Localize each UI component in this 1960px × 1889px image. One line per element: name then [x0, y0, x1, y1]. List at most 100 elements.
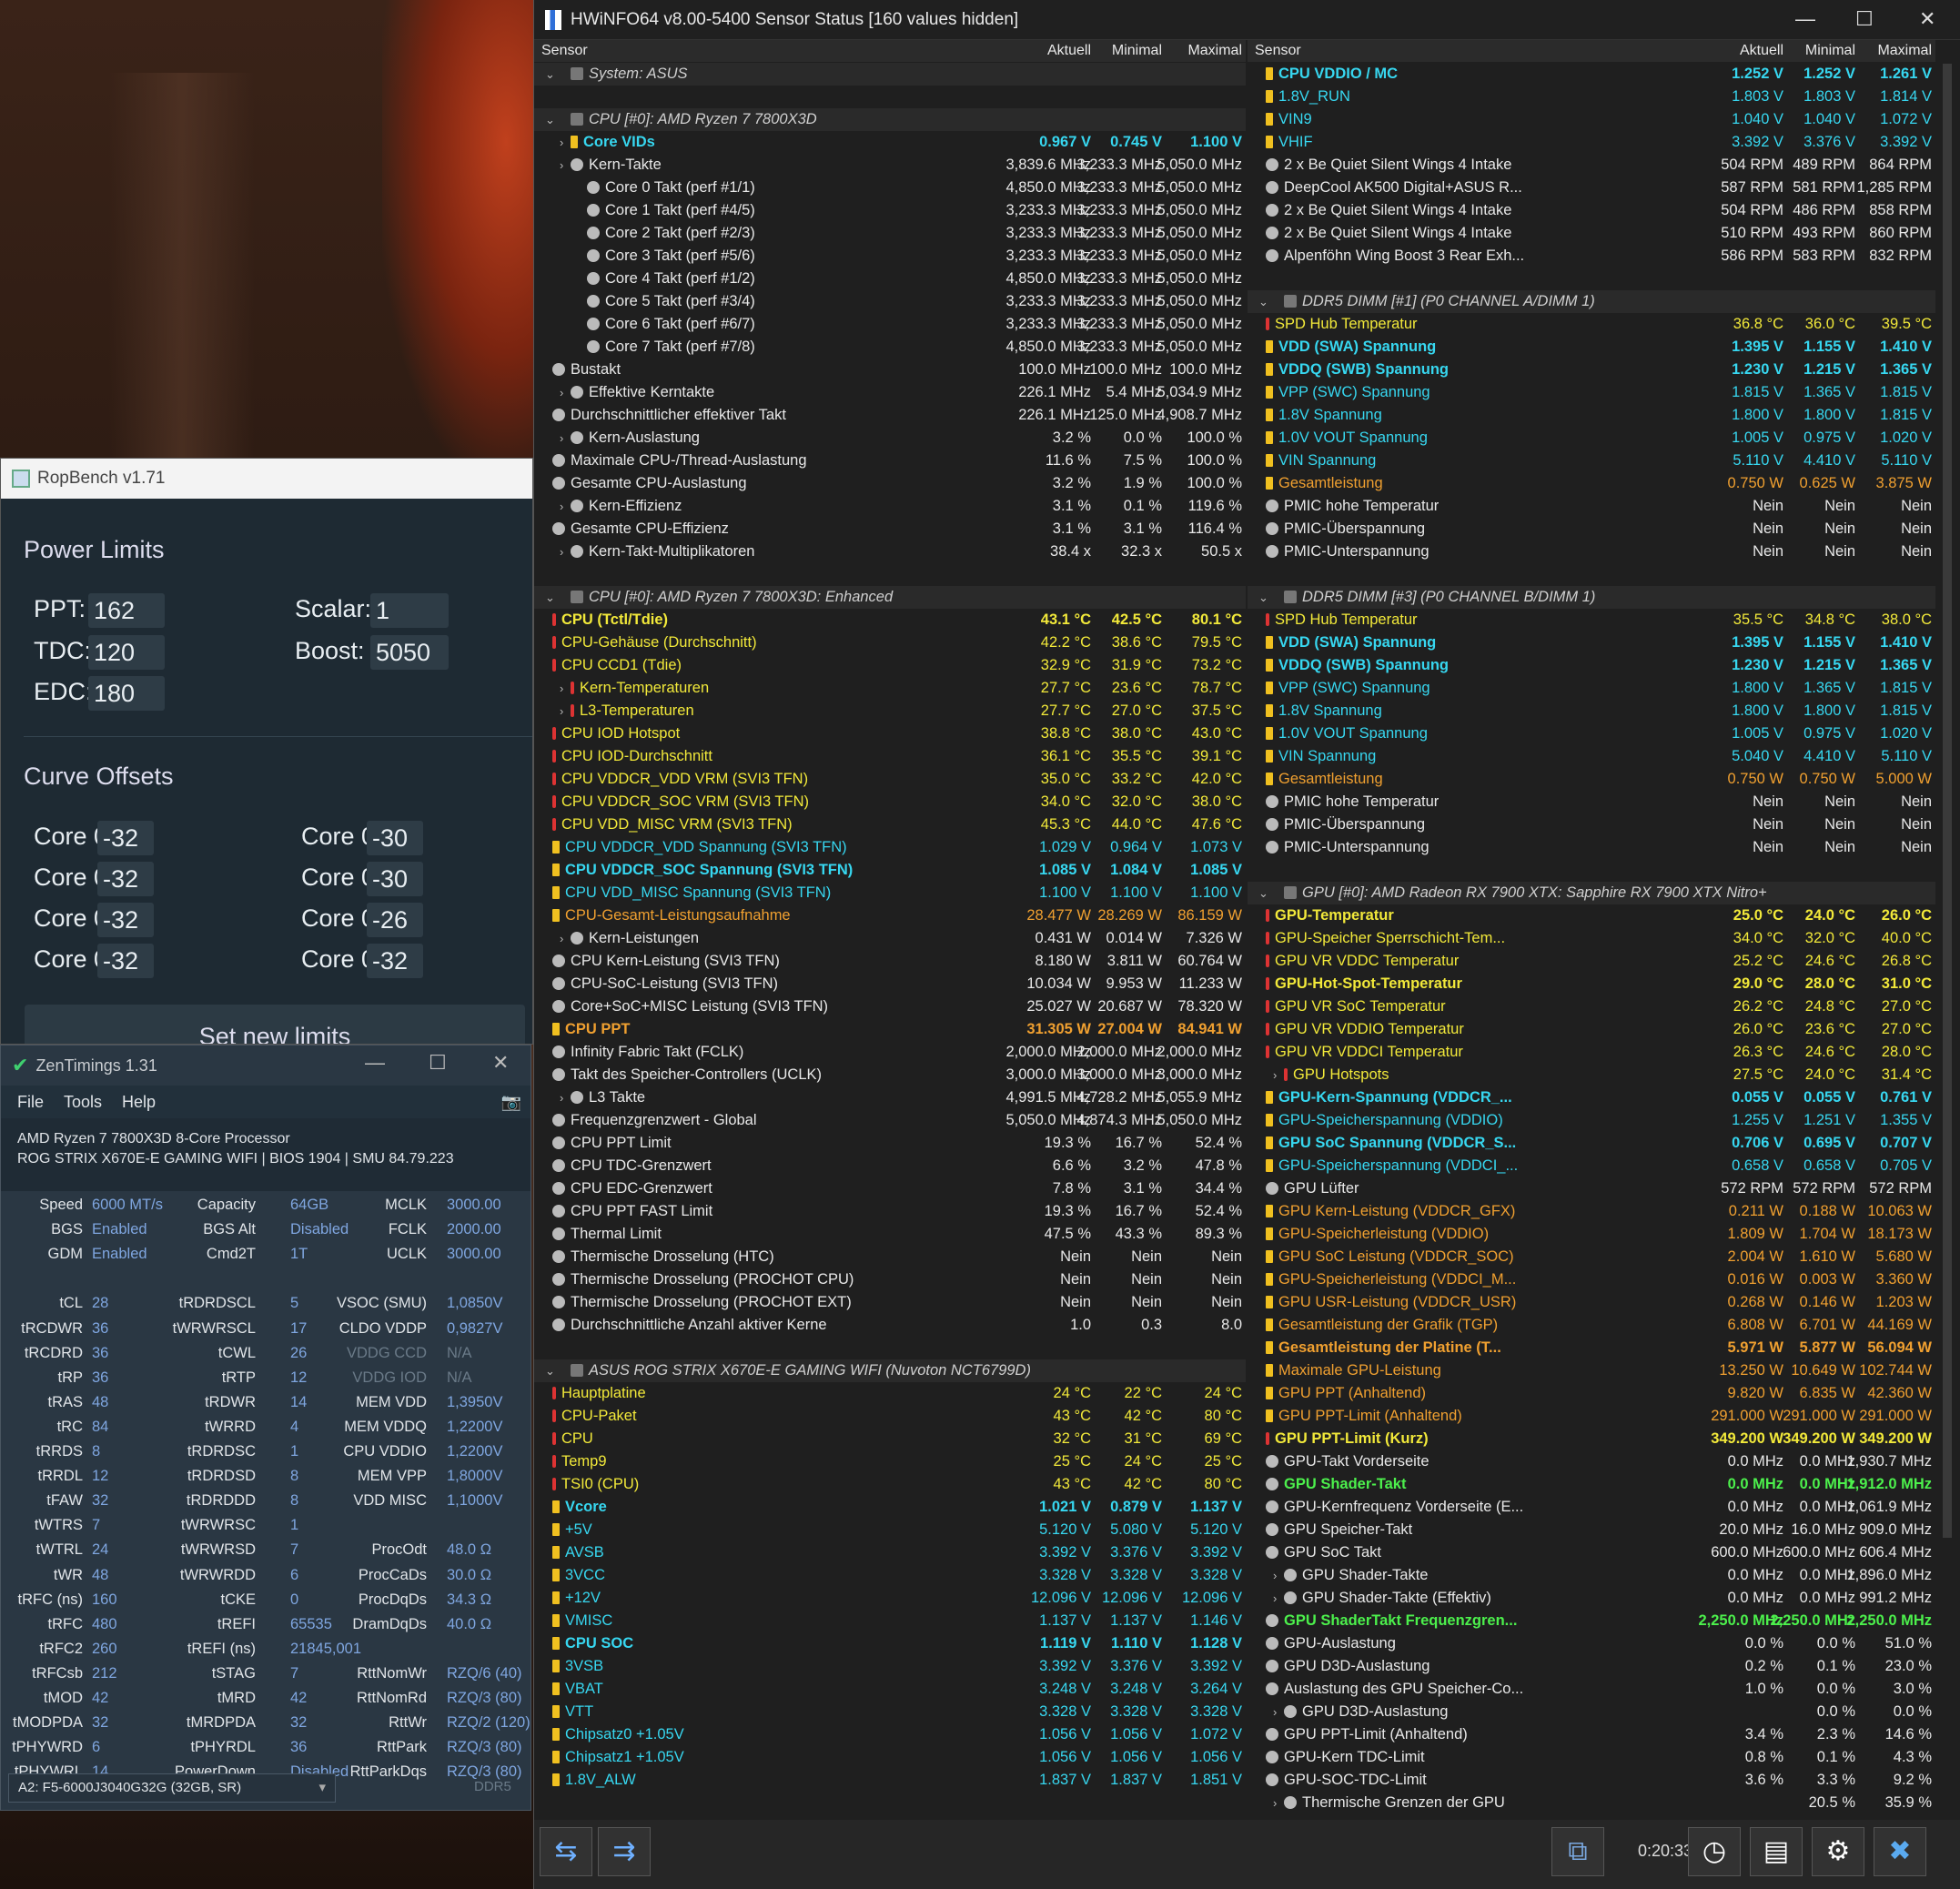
- sensor-row[interactable]: +5V 5.120 V 5.080 V 5.120 V: [534, 1519, 1246, 1541]
- sensor-row[interactable]: 2 x Be Quiet Silent Wings 4 Intake 510 RP…: [1248, 222, 1935, 245]
- sensor-row[interactable]: › GPU Shader-Takte (Effektiv) 0.0 MHz 0.0 M…: [1248, 1587, 1935, 1610]
- sensor-row[interactable]: Thermische Drosselung (PROCHOT EXT) Nein N…: [534, 1291, 1246, 1314]
- chevron-down-icon[interactable]: ⌄: [545, 586, 555, 609]
- sensor-row[interactable]: VIN9 1.040 V 1.040 V 1.072 V: [1248, 108, 1935, 131]
- sensor-row[interactable]: CPU VDDCR_VDD VRM (SVI3 TFN) 35.0 °C 33.2 …: [534, 768, 1246, 791]
- sensor-row[interactable]: Core 5 Takt (perf #3/4) 3,233.3 MHz 3,233.…: [534, 290, 1246, 313]
- chevron-right-icon[interactable]: ›: [560, 927, 563, 950]
- sensor-row[interactable]: GPU VR VDDCI Temperatur 26.3 °C 24.6 °C 28.…: [1248, 1041, 1935, 1064]
- edc-input[interactable]: 180: [88, 676, 165, 711]
- sensor-row[interactable]: GPU-Speicherleistung (VDDCI_M... 0.016 W 0…: [1248, 1268, 1935, 1291]
- sensor-row[interactable]: 2 x Be Quiet Silent Wings 4 Intake 504 RP…: [1248, 154, 1935, 177]
- scalar-input[interactable]: 1: [370, 593, 449, 628]
- menu-tools[interactable]: Tools: [64, 1093, 102, 1112]
- sensor-row[interactable]: 1.0V VOUT Spannung 1.005 V 0.975 V 1.020 V: [1248, 427, 1935, 450]
- sensor-row[interactable]: VMISC 1.137 V 1.137 V 1.146 V: [534, 1610, 1246, 1632]
- sensor-row[interactable]: VDD (SWA) Spannung 1.395 V 1.155 V 1.410 V: [1248, 336, 1935, 359]
- sensor-row[interactable]: › Kern-Effizienz 3.1 % 0.1 % 119.6 %: [534, 495, 1246, 518]
- dimm-select[interactable]: A2: F5-6000J3040G32G (32GB, SR) ▾: [8, 1773, 336, 1803]
- chevron-right-icon[interactable]: ›: [560, 427, 563, 450]
- col-current[interactable]: Aktuell: [1047, 40, 1091, 62]
- chevron-right-icon[interactable]: ›: [1273, 1792, 1277, 1814]
- sensor-row[interactable]: Core 6 Takt (perf #6/7) 3,233.3 MHz 3,233.…: [534, 313, 1246, 336]
- sensor-group-header[interactable]: ⌄ ASUS ROG STRIX X670E-E GAMING WIFI (Nuv…: [534, 1359, 1246, 1382]
- sensor-group-header[interactable]: ⌄ DDR5 DIMM [#1] (P0 CHANNEL A/DIMM 1): [1248, 290, 1935, 313]
- col-min[interactable]: Minimal: [1112, 40, 1162, 62]
- sensor-row[interactable]: Thermal Limit 47.5 % 43.3 % 89.3 %: [534, 1223, 1246, 1246]
- scrollbar[interactable]: [1943, 64, 1952, 1538]
- sensor-row[interactable]: SPD Hub Temperatur 35.5 °C 34.8 °C 38.0 °C: [1248, 609, 1935, 631]
- sensor-row[interactable]: VHIF 3.392 V 3.376 V 3.392 V: [1248, 131, 1935, 154]
- core-offset-input[interactable]: -26: [367, 903, 423, 937]
- sensor-row[interactable]: Chipsatz0 +1.05V 1.056 V 1.056 V 1.072 V: [534, 1723, 1246, 1746]
- chevron-right-icon[interactable]: ›: [1273, 1701, 1277, 1723]
- sensor-row[interactable]: › L3 Takte 4,991.5 MHz 4,728.2 MHz 5,055.9 M…: [534, 1086, 1246, 1109]
- sensor-group-header[interactable]: ⌄ CPU [#0]: AMD Ryzen 7 7800X3D: Enhanced: [534, 586, 1246, 609]
- sensor-row[interactable]: GPU-Temperatur 25.0 °C 24.0 °C 26.0 °C: [1248, 904, 1935, 927]
- sensor-row[interactable]: GPU Speicher-Takt 20.0 MHz 16.0 MHz 909.0 M…: [1248, 1519, 1935, 1541]
- sensor-row[interactable]: AVSB 3.392 V 3.376 V 3.392 V: [534, 1541, 1246, 1564]
- settings-gear-icon[interactable]: ⚙: [1812, 1827, 1864, 1876]
- sensor-row[interactable]: VDDQ (SWB) Spannung 1.230 V 1.215 V 1.365 V: [1248, 654, 1935, 677]
- clock-icon[interactable]: ◷: [1688, 1827, 1741, 1876]
- sensor-row[interactable]: GPU VR SoC Temperatur 26.2 °C 24.8 °C 27.0 …: [1248, 995, 1935, 1018]
- sensor-row[interactable]: › Effektive Kerntakte 226.1 MHz 5.4 MHz 5,03…: [534, 381, 1246, 404]
- sensor-row[interactable]: GPU-SOC-TDC-Limit 3.6 % 3.3 % 9.2 %: [1248, 1769, 1935, 1792]
- minimize-icon[interactable]: —: [1795, 7, 1815, 31]
- sensor-row[interactable]: GPU VR VDDC Temperatur 25.2 °C 24.6 °C 26.8…: [1248, 950, 1935, 973]
- col-current[interactable]: Aktuell: [1740, 40, 1783, 62]
- log-file-icon[interactable]: ▤: [1750, 1827, 1803, 1876]
- sensor-row[interactable]: › Thermische Grenzen der GPU 20.5 % 35.9 %: [1248, 1792, 1935, 1814]
- sensor-row[interactable]: › Core VIDs 0.967 V 0.745 V 1.100 V: [534, 131, 1246, 154]
- sensor-row[interactable]: › Kern-Takt-Multiplikatoren 38.4 x 32.3 x 50…: [534, 540, 1246, 563]
- sensor-row[interactable]: CPU VDD_MISC Spannung (SVI3 TFN) 1.100 V 1…: [534, 882, 1246, 904]
- sensor-row[interactable]: Frequenzgrenzwert - Global 5,050.0 MHz 4,8…: [534, 1109, 1246, 1132]
- sensor-row[interactable]: PMIC-Überspannung Nein Nein Nein: [1248, 813, 1935, 836]
- sensor-row[interactable]: VIN Spannung 5.110 V 4.410 V 5.110 V: [1248, 450, 1935, 472]
- col-sensor[interactable]: Sensor: [1255, 40, 1301, 62]
- sensor-row[interactable]: GPU PPT-Limit (Anhaltend) 3.4 % 2.3 % 14.6 …: [1248, 1723, 1935, 1746]
- core-offset-input[interactable]: -32: [97, 821, 154, 855]
- core-offset-input[interactable]: -32: [97, 903, 154, 937]
- ppt-input[interactable]: 162: [88, 593, 165, 628]
- sensor-row[interactable]: GPU Kern-Leistung (VDDCR_GFX) 0.211 W 0.18…: [1248, 1200, 1935, 1223]
- col-max[interactable]: Maximal: [1187, 40, 1242, 62]
- chevron-down-icon[interactable]: ⌄: [1258, 882, 1268, 904]
- sensor-row[interactable]: Alpenföhn Wing Boost 3 Rear Exh... 586 RP…: [1248, 245, 1935, 268]
- sensor-row[interactable]: Gesamtleistung 0.750 W 0.625 W 3.875 W: [1248, 472, 1935, 495]
- sensor-row[interactable]: VDD (SWA) Spannung 1.395 V 1.155 V 1.410 V: [1248, 631, 1935, 654]
- sensor-row[interactable]: Maximale CPU-/Thread-Auslastung 11.6 % 7.5…: [534, 450, 1246, 472]
- sensor-row[interactable]: PMIC hohe Temperatur Nein Nein Nein: [1248, 791, 1935, 813]
- sensor-row[interactable]: CPU CCD1 (Tdie) 32.9 °C 31.9 °C 73.2 °C: [534, 654, 1246, 677]
- move-right-icon[interactable]: ⇉: [598, 1827, 651, 1876]
- sensor-row[interactable]: Core 4 Takt (perf #1/2) 4,850.0 MHz 3,233.…: [534, 268, 1246, 290]
- sensor-row[interactable]: › GPU D3D-Auslastung 0.0 % 0.0 %: [1248, 1701, 1935, 1723]
- chevron-right-icon[interactable]: ›: [560, 131, 563, 154]
- sensor-row[interactable]: › Kern-Auslastung 3.2 % 0.0 % 100.0 %: [534, 427, 1246, 450]
- sensor-row[interactable]: Durchschnittliche Anzahl aktiver Kerne 1.…: [534, 1314, 1246, 1337]
- close-icon[interactable]: ✕: [492, 1051, 509, 1075]
- ropbench-titlebar[interactable]: RopBench v1.71: [1, 459, 532, 499]
- sensor-row[interactable]: Core 3 Takt (perf #5/6) 3,233.3 MHz 3,233.…: [534, 245, 1246, 268]
- sensor-row[interactable]: VIN Spannung 5.040 V 4.410 V 5.110 V: [1248, 745, 1935, 768]
- sensor-row[interactable]: Durchschnittlicher effektiver Takt 226.1 …: [534, 404, 1246, 427]
- close-x-icon[interactable]: ✖: [1874, 1827, 1926, 1876]
- sensor-row[interactable]: GPU ShaderTakt Frequenzgren... 2,250.0 MH…: [1248, 1610, 1935, 1632]
- sensor-row[interactable]: CPU-Paket 43 °C 42 °C 80 °C: [534, 1405, 1246, 1428]
- chevron-down-icon[interactable]: ⌄: [545, 108, 555, 131]
- sensor-row[interactable]: GPU-Kern TDC-Limit 0.8 % 0.1 % 4.3 %: [1248, 1746, 1935, 1769]
- sensor-row[interactable]: Thermische Drosselung (PROCHOT CPU) Nein N…: [534, 1268, 1246, 1291]
- core-offset-input[interactable]: -32: [367, 944, 423, 978]
- sensor-row[interactable]: CPU EDC-Grenzwert 7.8 % 3.1 % 34.4 %: [534, 1177, 1246, 1200]
- sensor-row[interactable]: CPU PPT 31.305 W 27.004 W 84.941 W: [534, 1018, 1246, 1041]
- sensor-row[interactable]: GPU-Takt Vorderseite 0.0 MHz 0.0 MHz 1,930.…: [1248, 1450, 1935, 1473]
- close-icon[interactable]: ✕: [1919, 7, 1935, 31]
- sensor-row[interactable]: GPU-Kern-Spannung (VDDCR_... 0.055 V 0.055…: [1248, 1086, 1935, 1109]
- chevron-right-icon[interactable]: ›: [560, 540, 563, 563]
- col-max[interactable]: Maximal: [1877, 40, 1932, 62]
- sensor-row[interactable]: Gesamte CPU-Effizienz 3.1 % 3.1 % 116.4 %: [534, 518, 1246, 540]
- sensor-row[interactable]: GPU-Hot-Spot-Temperatur 29.0 °C 28.0 °C 31.…: [1248, 973, 1935, 995]
- sensor-row[interactable]: PMIC-Unterspannung Nein Nein Nein: [1248, 836, 1935, 859]
- sensor-row[interactable]: CPU IOD-Durchschnitt 36.1 °C 35.5 °C 39.1 °…: [534, 745, 1246, 768]
- sensor-row[interactable]: PMIC-Überspannung Nein Nein Nein: [1248, 518, 1935, 540]
